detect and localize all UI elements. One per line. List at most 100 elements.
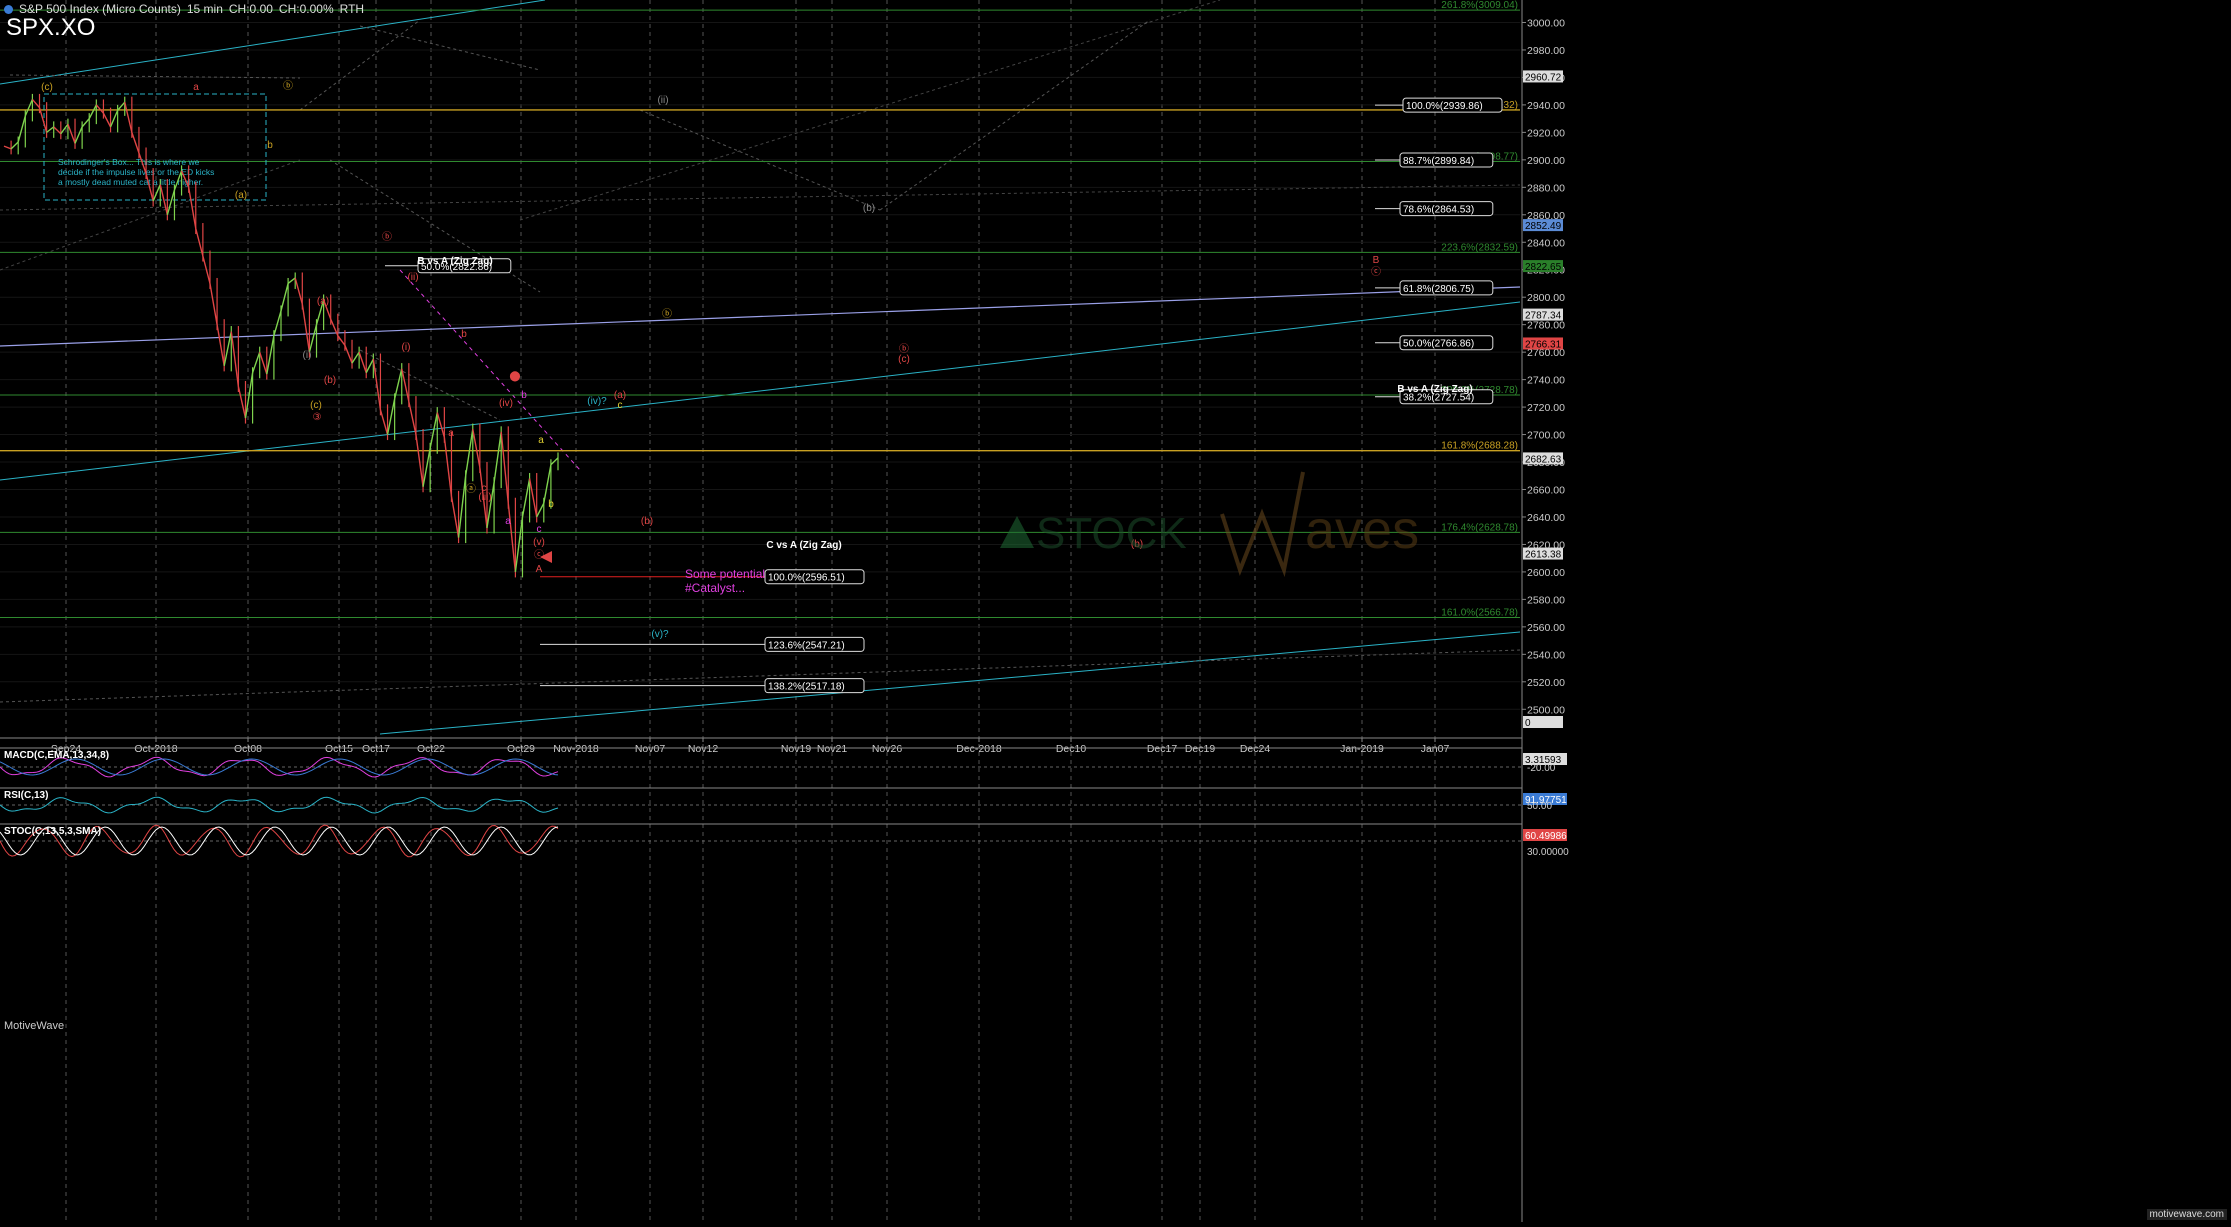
price-tick-label: 2700.00 <box>1527 430 1565 442</box>
fib-extension-label: 161.8%(2688.28) <box>1441 441 1518 452</box>
wave-label: b <box>521 390 527 401</box>
price-tick-label: 3000.00 <box>1527 17 1565 29</box>
wave-label: ⓒ <box>1371 266 1381 278</box>
wave-label: (a) <box>235 190 247 201</box>
fib-box-label: 123.6%(2547.21) <box>768 640 845 651</box>
wave-label: ⓑ <box>662 308 672 320</box>
catalyst-note: Some potential <box>685 567 765 581</box>
wave-label: b <box>548 499 554 510</box>
indicator-tick-label: 50.00 <box>1527 801 1552 812</box>
price-tick-label: 2840.00 <box>1527 237 1565 249</box>
wave-label: ⬤ <box>509 371 520 382</box>
price-marker-label: 2960.72 <box>1525 72 1562 83</box>
wave-label: (v) <box>533 537 545 548</box>
price-tick-label: 2560.00 <box>1527 622 1565 634</box>
wave-label: (iv)? <box>587 396 607 407</box>
schrodinger-note: Schrodinger's Box... This is where wedec… <box>58 157 214 187</box>
wave-label: (i) <box>303 350 312 361</box>
wave-label: a <box>448 428 454 439</box>
price-tick-label: 2900.00 <box>1527 155 1565 167</box>
wave-label: b <box>267 140 273 151</box>
price-marker-label: 2787.34 <box>1525 311 1562 322</box>
watermark-label: motivewave.com <box>2146 1209 2227 1220</box>
catalyst-note: #Catalyst... <box>685 581 745 595</box>
date-tick-label: Oct29 <box>507 743 535 755</box>
wave-label: (c) <box>310 400 322 411</box>
date-tick-label: Oct-2018 <box>134 743 177 755</box>
wave-label: ⓑ <box>382 231 392 243</box>
wave-label: c <box>537 524 542 535</box>
wave-label: (i) <box>402 342 411 353</box>
fib-extension-label: 161.0%(2566.78) <box>1441 608 1518 619</box>
wave-label: (ii) <box>407 272 418 283</box>
price-tick-label: 2940.00 <box>1527 100 1565 112</box>
wave-label: a <box>505 516 511 527</box>
date-tick-label: Nov21 <box>817 743 848 755</box>
wave-label: A <box>536 564 543 575</box>
wave-label: (ii) <box>657 95 668 106</box>
price-marker-label: 0 <box>1525 718 1531 729</box>
bvsa-top-label: B vs A (Zig Zag) <box>417 256 492 267</box>
date-tick-label: Oct22 <box>417 743 445 755</box>
date-tick-label: Nov-2018 <box>553 743 599 755</box>
wave-label: (b) <box>641 516 653 527</box>
date-tick-label: Nov26 <box>872 743 903 755</box>
stockwaves-logo-text: STOCK <box>1036 509 1187 558</box>
chart-status-icon <box>4 4 13 14</box>
indicator-title: STOC(C,13,5,3,SMA) <box>4 826 101 837</box>
wave-label: B <box>1373 255 1380 266</box>
wave-label: ⓐ <box>466 483 476 495</box>
wave-label: (c) <box>898 354 910 365</box>
date-tick-label: Dec-2018 <box>956 743 1002 755</box>
date-tick-label: Jan07 <box>1421 743 1450 755</box>
wave-label: ⓑ <box>283 80 293 92</box>
wave-label: c <box>618 400 623 411</box>
chart-change: CH:0.00 <box>228 2 273 16</box>
date-tick-label: Oct15 <box>325 743 353 755</box>
date-tick-label: Dec19 <box>1185 743 1216 755</box>
price-tick-label: 2980.00 <box>1527 45 1565 57</box>
price-marker-label: 2682.63 <box>1525 454 1562 465</box>
price-chart-svg[interactable]: 261.8%(3009.04)223.6%(2832.59)200.0%(272… <box>0 0 2231 1222</box>
wave-label: a <box>538 435 544 446</box>
wave-label: ⓒ <box>534 549 544 561</box>
stockwaves-logo-text: aves <box>1305 500 1419 560</box>
wave-label: (v)? <box>651 629 669 640</box>
price-tick-label: 2500.00 <box>1527 704 1565 716</box>
indicator-value: 60.49986 <box>1525 831 1567 842</box>
chart-window: 261.8%(3009.04)223.6%(2832.59)200.0%(272… <box>0 0 2231 1222</box>
wave-label: (b) <box>863 203 875 214</box>
price-tick-label: 2720.00 <box>1527 402 1565 414</box>
wave-label: (b) <box>324 375 336 386</box>
chart-interval: 15 min <box>186 2 223 16</box>
fib-box-label: 138.2%(2517.18) <box>768 682 845 693</box>
schrodinger-note-line: Schrodinger's Box... This is where we <box>58 157 200 167</box>
price-marker-label: 2766.31 <box>1525 339 1562 350</box>
price-tick-label: 2880.00 <box>1527 182 1565 194</box>
price-tick-label: 2660.00 <box>1527 485 1565 497</box>
date-tick-label: Dec24 <box>1240 743 1271 755</box>
wave-label: ③ <box>313 412 322 423</box>
indicator-title: MACD(C,EMA,13,34,8) <box>4 750 109 761</box>
chart-background <box>0 0 2231 1222</box>
fib-box-label: 100.0%(2596.51) <box>768 573 845 584</box>
chart-session: RTH <box>339 2 365 16</box>
fib-extension-label: 261.8%(3009.04) <box>1441 0 1518 11</box>
date-tick-label: Nov19 <box>781 743 812 755</box>
price-tick-label: 2600.00 <box>1527 567 1565 579</box>
fib-box-label: 100.0%(2939.86) <box>1406 101 1483 112</box>
fib-extension-label: 176.4%(2628.78) <box>1441 522 1518 533</box>
date-tick-label: Nov07 <box>635 743 666 755</box>
fib-box-label: 88.7%(2899.84) <box>1403 156 1474 167</box>
price-marker-label: 2613.38 <box>1525 550 1562 561</box>
motivewave-brand: MotiveWave <box>4 1020 65 1032</box>
price-tick-label: 2640.00 <box>1527 512 1565 524</box>
indicator-tick-label: -20.00 <box>1527 763 1556 774</box>
symbol-label: SPX.XO <box>6 14 96 41</box>
date-tick-label: Dec10 <box>1056 743 1087 755</box>
indicator-title: RSI(C,13) <box>4 790 48 801</box>
chart-change-pct: CH:0.00% <box>278 2 334 16</box>
wave-label: (c) <box>41 82 53 93</box>
schrodinger-note-line: decide if the impulse lives or the ED ki… <box>58 167 214 177</box>
fib-box-label: 78.6%(2864.53) <box>1403 205 1474 216</box>
